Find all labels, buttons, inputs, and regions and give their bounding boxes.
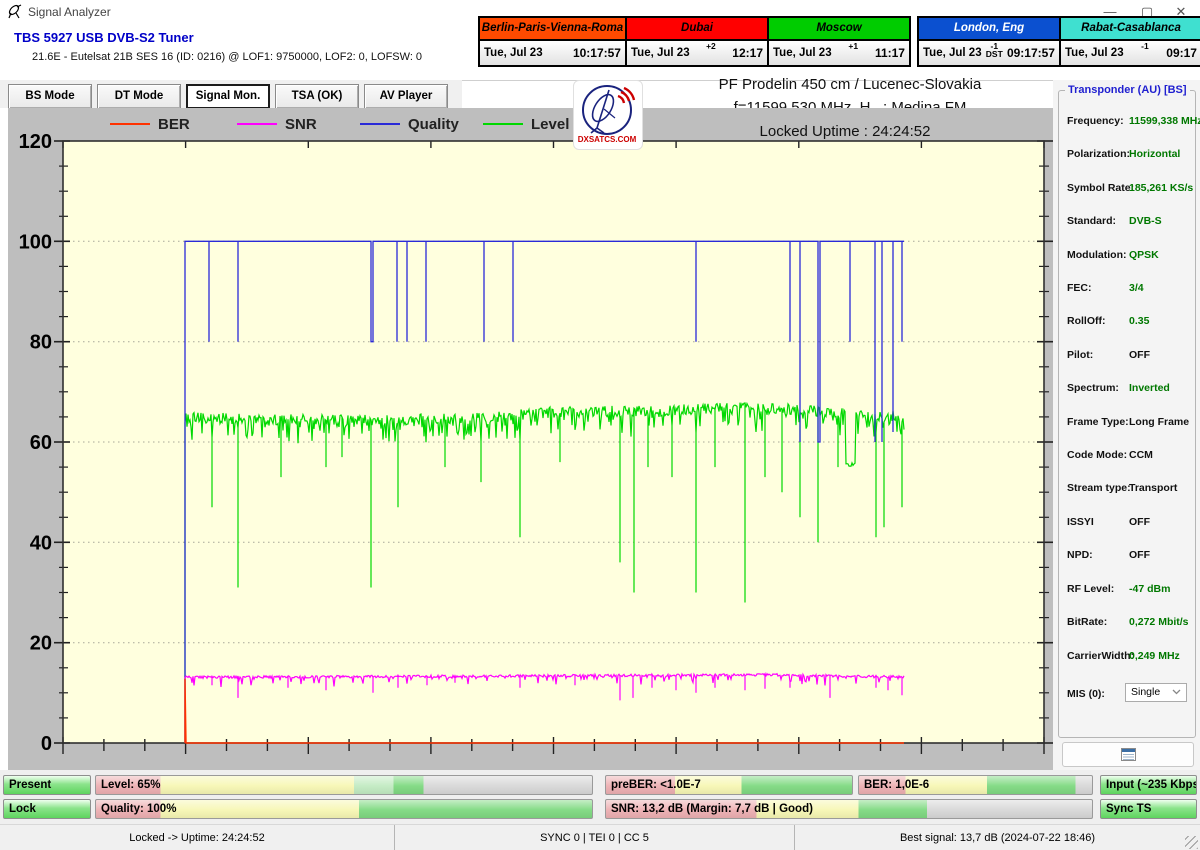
svg-text:0: 0 <box>41 733 52 755</box>
transponder-title: Transponder (AU) [BS] <box>1065 84 1190 96</box>
dish-location-text: PF Prodelin 450 cm / Lucenec-Slovakia <box>660 76 1040 93</box>
transponder-panel: Transponder (AU) [BS] Frequency:11599,33… <box>1053 80 1200 770</box>
row-frequency: Frequency:11599,338 MHz <box>1067 115 1189 129</box>
row-mis: MIS (0): Single <box>1067 683 1189 703</box>
svg-text:120: 120 <box>19 131 52 153</box>
preber-progressbar: preBER: <1.0E-7 <box>605 775 853 795</box>
clock-rabat-casablanca: Rabat-Casablanca Tue, Jul 23 -1 09:17 <box>1059 16 1200 67</box>
resize-grip[interactable] <box>1185 836 1198 849</box>
mis-select[interactable]: Single <box>1125 683 1187 702</box>
row-stream-type: Stream type:Transport <box>1067 482 1189 496</box>
svg-text:Locked Uptime : 24:24:52: Locked Uptime : 24:24:52 <box>760 123 931 140</box>
ber-progressbar: BER: 1,0E-6 <box>858 775 1093 795</box>
transponder-rows: Frequency:11599,338 MHz Polarization:Hor… <box>1067 115 1189 703</box>
clock-time: 09:17 <box>1166 46 1197 60</box>
transport-list-button[interactable] <box>1062 742 1194 767</box>
app-satellite-dish-icon <box>7 4 23 20</box>
status-best-signal: Best signal: 13,7 dB (2024-07-22 18:46) <box>795 825 1200 850</box>
clock-time: 12:17 <box>732 46 763 60</box>
tab-tsa[interactable]: TSA (OK) <box>275 84 359 109</box>
tab-signal-mon[interactable]: Signal Mon. <box>186 84 270 109</box>
transponder-groupbox: Transponder (AU) [BS] Frequency:11599,33… <box>1058 90 1196 738</box>
tuner-name: TBS 5927 USB DVB-S2 Tuner <box>14 30 194 45</box>
signal-analyzer-window: Signal Analyzer — ▢ ✕ TBS 5927 USB DVB-S… <box>0 0 1200 850</box>
clock-date: Tue, Jul 23 <box>923 47 982 59</box>
clock-city: Moscow <box>769 18 909 39</box>
clock-city: Dubai <box>627 18 767 39</box>
status-uptime: Locked -> Uptime: 24:24:52 <box>0 825 395 850</box>
tab-av-player[interactable]: AV Player <box>364 84 448 109</box>
clock-city: Rabat-Casablanca <box>1061 18 1200 39</box>
clock-date: Tue, Jul 23 <box>631 47 690 59</box>
clock-utc-offset: -1DST <box>986 42 1003 58</box>
clock-moscow: Moscow Tue, Jul 23 +1 11:17 <box>767 16 911 67</box>
clock-dubai: Dubai Tue, Jul 23 +2 12:17 <box>625 16 769 67</box>
list-icon <box>1121 748 1136 761</box>
row-fec: FEC:3/4 <box>1067 282 1189 296</box>
clock-date: Tue, Jul 23 <box>484 47 543 59</box>
tab-dt-mode[interactable]: DT Mode <box>97 84 181 109</box>
tab-bs-mode[interactable]: BS Mode <box>8 84 92 109</box>
clock-utc-offset: -1 <box>1141 42 1149 50</box>
row-rolloff: RollOff:0.35 <box>1067 315 1189 329</box>
row-polarization: Polarization:Horizontal <box>1067 148 1189 162</box>
chevron-down-icon <box>1172 689 1181 695</box>
svg-text:20: 20 <box>30 633 52 655</box>
signal-chart: 0 20 40 60 80 100 120 BER SNR Quality Level Locked … <box>8 108 1053 770</box>
clock-date: Tue, Jul 23 <box>773 47 832 59</box>
lock-indicator: Lock <box>3 799 91 819</box>
clock-berlin-paris-vienna-roma: Berlin-Paris-Vienna-Roma Tue, Jul 23 10:… <box>478 16 627 67</box>
present-indicator: Present <box>3 775 91 795</box>
clock-date: Tue, Jul 23 <box>1065 47 1124 59</box>
row-frame-type: Frame Type:Long Frame <box>1067 416 1189 430</box>
clock-time: 11:17 <box>875 46 905 60</box>
tab-strip: BS Mode DT Mode Signal Mon. TSA (OK) AV … <box>0 80 462 108</box>
logo-text: DXSATCS.COM <box>578 135 637 144</box>
world-clocks: Berlin-Paris-Vienna-Roma Tue, Jul 23 10:… <box>478 16 1200 67</box>
row-standard: Standard:DVB-S <box>1067 215 1189 229</box>
snr-progressbar: SNR: 13,2 dB (Margin: 7,7 dB | Good) <box>605 799 1093 819</box>
window-title: Signal Analyzer <box>28 5 111 19</box>
row-symbol-rate: Symbol Rate:185,261 KS/s <box>1067 182 1189 196</box>
clock-utc-offset: +1 <box>848 42 858 50</box>
svg-text:100: 100 <box>19 231 52 253</box>
svg-text:Quality: Quality <box>408 116 460 133</box>
svg-text:80: 80 <box>30 332 52 354</box>
clock-time: 09:17:57 <box>1007 46 1055 60</box>
tuner-info: 21.6E - Eutelsat 21B SES 16 (ID: 0216) @… <box>32 51 422 63</box>
level-progressbar: Level: 65% <box>95 775 593 795</box>
clock-city: London, Eng <box>919 18 1059 39</box>
input-indicator: Input (~235 Kbps) <box>1100 775 1197 795</box>
chart-panel: 0 20 40 60 80 100 120 BER SNR Quality Level Locked … <box>8 108 1053 770</box>
signal-status-bars: Present Level: 65% preBER: <1.0E-7 BER: … <box>0 770 1200 824</box>
statusbar: Locked -> Uptime: 24:24:52 SYNC 0 | TEI … <box>0 824 1200 850</box>
svg-text:60: 60 <box>30 432 52 454</box>
svg-text:40: 40 <box>30 532 52 554</box>
dxsatcs-logo: DXSATCS.COM <box>573 80 643 150</box>
row-npd: NPD:OFF <box>1067 549 1189 563</box>
svg-text:SNR: SNR <box>285 116 317 133</box>
sync-ts-indicator: Sync TS <box>1100 799 1197 819</box>
quality-progressbar: Quality: 100% <box>95 799 593 819</box>
row-issyi: ISSYIOFF <box>1067 516 1189 530</box>
svg-text:BER: BER <box>158 116 190 133</box>
svg-text:Level: Level <box>531 116 569 133</box>
row-rf-level: RF Level:-47 dBm <box>1067 583 1189 597</box>
header: TBS 5927 USB DVB-S2 Tuner 21.6E - Eutels… <box>0 24 1200 81</box>
clock-london: London, Eng Tue, Jul 23 -1DST 09:17:57 <box>917 16 1061 67</box>
status-sync-tei-cc: SYNC 0 | TEI 0 | CC 5 <box>395 825 795 850</box>
row-spectrum: Spectrum:Inverted <box>1067 382 1189 396</box>
row-pilot: Pilot:OFF <box>1067 349 1189 363</box>
row-carrierwidth: CarrierWidth:0,249 MHz <box>1067 650 1189 664</box>
clock-utc-offset: +2 <box>706 42 716 50</box>
row-modulation: Modulation:QPSK <box>1067 249 1189 263</box>
clock-time: 10:17:57 <box>573 46 621 60</box>
row-bitrate: BitRate:0,272 Mbit/s <box>1067 616 1189 630</box>
row-code-mode: Code Mode:CCM <box>1067 449 1189 463</box>
clock-city: Berlin-Paris-Vienna-Roma <box>480 18 625 39</box>
